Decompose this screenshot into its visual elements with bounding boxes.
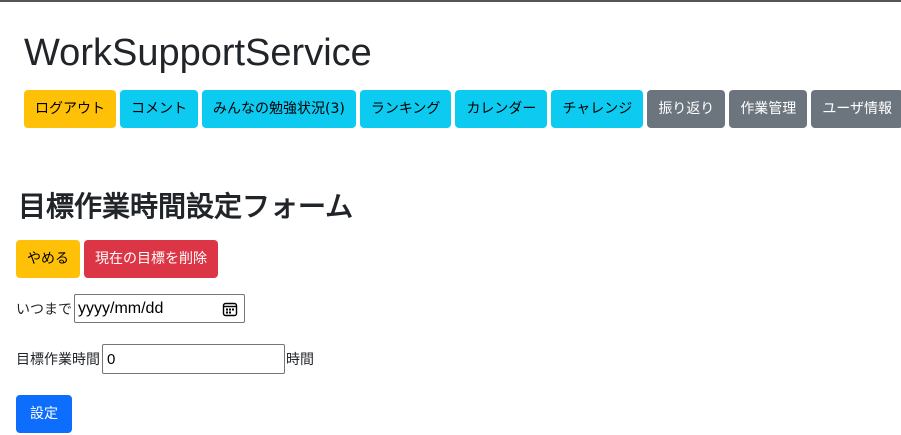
everyone-study-button[interactable]: みんなの勉強状況(3) — [202, 90, 356, 128]
hours-label: 目標作業時間 — [16, 352, 100, 368]
delete-goal-button[interactable]: 現在の目標を削除 — [84, 240, 218, 278]
calendar-button[interactable]: カレンダー — [455, 90, 548, 128]
hours-unit: 時間 — [286, 352, 314, 368]
deadline-row: いつまで yyyy/mm/dd — [16, 294, 245, 323]
deadline-label: いつまで — [16, 301, 72, 318]
task-management-button[interactable]: 作業管理 — [729, 90, 808, 128]
top-border — [0, 0, 901, 2]
review-button[interactable]: 振り返り — [647, 90, 726, 128]
hours-input[interactable] — [102, 344, 285, 374]
challenge-button[interactable]: チャレンジ — [551, 90, 644, 128]
deadline-date-placeholder: yyyy/mm/dd — [78, 299, 164, 317]
submit-area: 設定 — [16, 395, 72, 433]
main-nav: ログアウト コメント みんなの勉強状況(3) ランキング カレンダー チャレンジ… — [24, 90, 901, 128]
comment-button[interactable]: コメント — [120, 90, 198, 128]
ranking-button[interactable]: ランキング — [359, 90, 452, 128]
form-actions: やめる 現在の目標を削除 — [16, 240, 218, 278]
hours-row: 目標作業時間 時間 — [16, 344, 314, 374]
deadline-date-input[interactable]: yyyy/mm/dd — [74, 294, 245, 323]
submit-button[interactable]: 設定 — [16, 395, 72, 433]
calendar-icon[interactable] — [222, 301, 238, 317]
logout-button[interactable]: ログアウト — [24, 90, 116, 128]
user-info-button[interactable]: ユーザ情報 — [811, 90, 901, 128]
form-title: 目標作業時間設定フォーム — [18, 190, 354, 223]
cancel-button[interactable]: やめる — [16, 240, 80, 278]
app-title: WorkSupportService — [24, 32, 372, 74]
